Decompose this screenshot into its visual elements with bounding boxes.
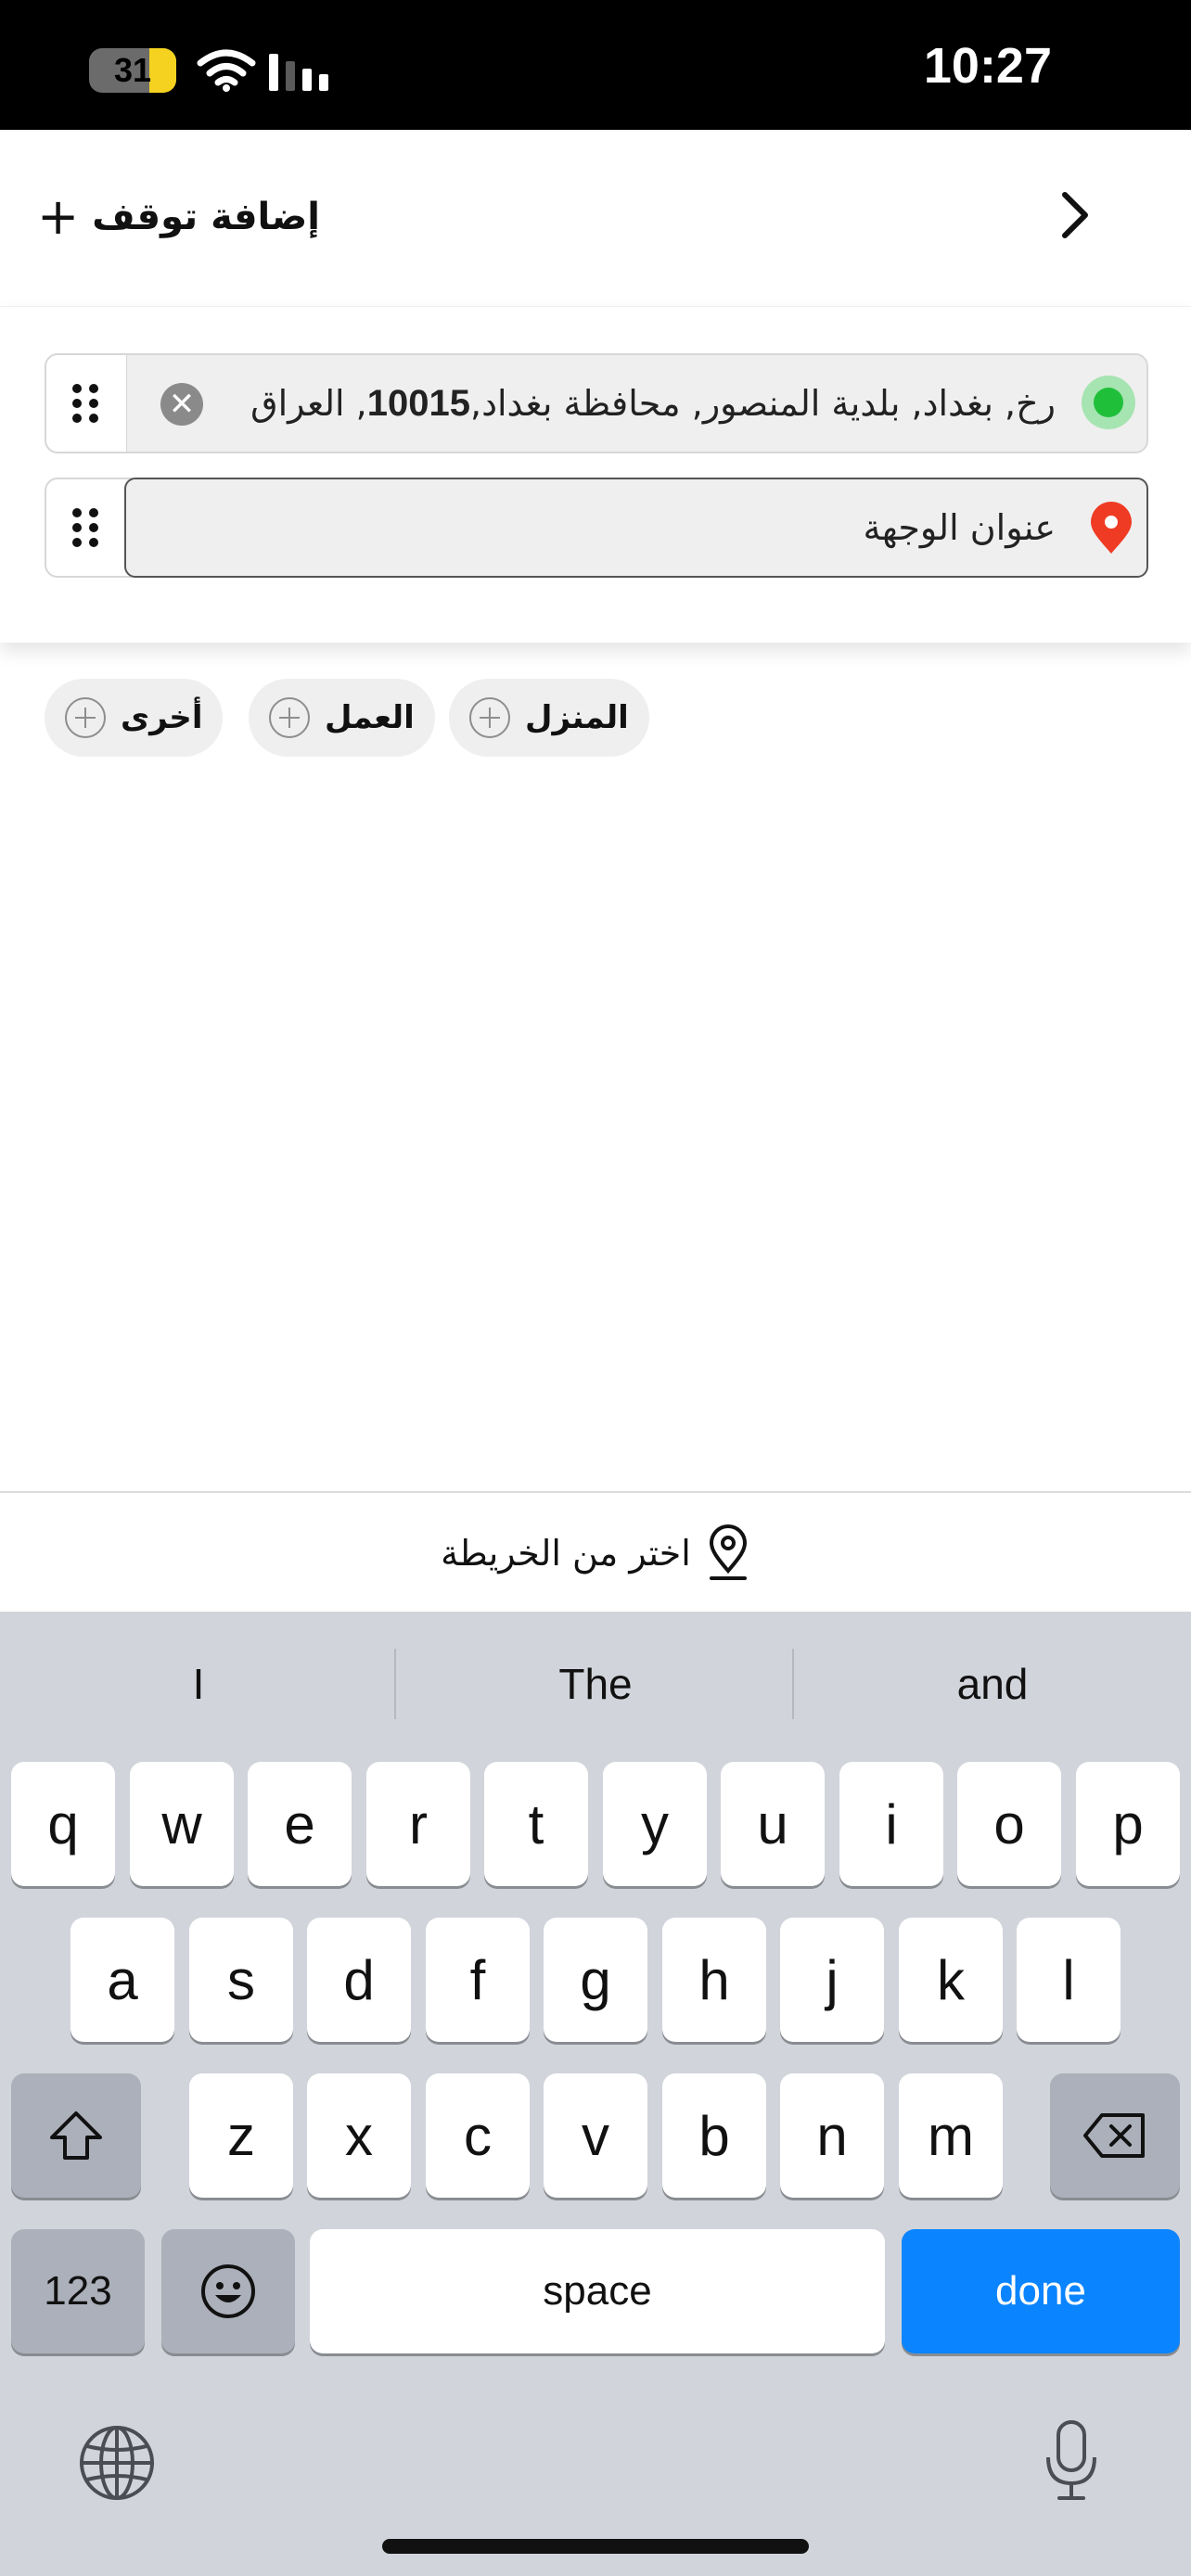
emoji-icon: [201, 2264, 255, 2318]
suggestion-divider: [792, 1649, 794, 1719]
plus-circle-icon: [469, 697, 510, 738]
key-k[interactable]: k: [899, 1918, 1003, 2042]
status-bar: 31 10:27: [0, 0, 1191, 130]
drag-handle-icon[interactable]: [46, 479, 124, 576]
origin-address-part2: , العراق: [250, 383, 367, 424]
add-stop-button[interactable]: إضافة توقف +: [37, 187, 320, 247]
clear-icon[interactable]: ✕: [160, 383, 203, 426]
location-pin-icon: [1091, 502, 1132, 554]
destination-input[interactable]: عنوان الوجهة: [124, 478, 1148, 578]
key-l[interactable]: l: [1017, 1918, 1121, 2042]
shift-icon: [50, 2111, 102, 2160]
origin-input[interactable]: ✕ رخ, بغداد, بلدية المنصور, محافظة بغداد…: [126, 355, 1146, 452]
chip-home[interactable]: المنزل: [449, 679, 649, 757]
origin-address-part1: رخ, بغداد, بلدية المنصور, محافظة بغداد,: [470, 383, 1056, 424]
add-stop-label: إضافة توقف: [92, 196, 320, 238]
backspace-key[interactable]: [1050, 2073, 1180, 2198]
done-key[interactable]: done: [902, 2229, 1180, 2353]
key-i[interactable]: i: [839, 1762, 943, 1886]
key-t[interactable]: t: [484, 1762, 588, 1886]
key-q[interactable]: q: [11, 1762, 115, 1886]
choose-from-map-button[interactable]: اختر من الخريطة: [0, 1493, 1191, 1613]
map-pin-icon: [709, 1524, 747, 1580]
destination-placeholder: عنوان الوجهة: [863, 507, 1056, 548]
numbers-key[interactable]: 123: [11, 2229, 145, 2353]
key-a[interactable]: a: [70, 1918, 174, 2042]
key-f[interactable]: f: [426, 1918, 530, 2042]
key-h[interactable]: h: [662, 1918, 766, 2042]
route-header: إضافة توقف +: [0, 130, 1191, 306]
space-key[interactable]: space: [310, 2229, 885, 2353]
home-indicator: [382, 2539, 809, 2554]
microphone-icon[interactable]: [1043, 2418, 1100, 2504]
key-n[interactable]: n: [780, 2073, 884, 2198]
backspace-icon: [1083, 2113, 1145, 2158]
key-g[interactable]: g: [544, 1918, 647, 2042]
suggestion-divider: [394, 1649, 396, 1719]
origin-row: ✕ رخ, بغداد, بلدية المنصور, محافظة بغداد…: [45, 353, 1148, 453]
key-m[interactable]: m: [899, 2073, 1003, 2198]
chip-work-label: العمل: [325, 699, 415, 736]
wifi-icon: [197, 49, 256, 92]
origin-dot-icon: [1082, 376, 1135, 429]
choose-from-map-label: اختر من الخريطة: [441, 1533, 691, 1574]
key-s[interactable]: s: [189, 1918, 293, 2042]
key-u[interactable]: u: [721, 1762, 825, 1886]
chip-other[interactable]: أخرى: [45, 679, 224, 757]
chip-work[interactable]: العمل: [249, 679, 435, 757]
origin-postal: 10015: [366, 382, 470, 424]
key-p[interactable]: p: [1076, 1762, 1180, 1886]
plus-icon: +: [37, 187, 80, 246]
drag-handle-icon[interactable]: [46, 355, 124, 452]
key-z[interactable]: z: [189, 2073, 293, 2198]
chip-home-label: المنزل: [525, 699, 629, 736]
key-j[interactable]: j: [780, 1918, 884, 2042]
key-o[interactable]: o: [957, 1762, 1061, 1886]
key-w[interactable]: w: [130, 1762, 234, 1886]
keyboard: I The and q w e r t y u i o p a s d f g …: [0, 1612, 1191, 2576]
map-picker-bar: اختر من الخريطة: [0, 1491, 1191, 1613]
suggestion-2[interactable]: The: [401, 1639, 790, 1728]
key-x[interactable]: x: [307, 2073, 411, 2198]
chevron-right-icon[interactable]: [1048, 187, 1104, 243]
key-r[interactable]: r: [366, 1762, 470, 1886]
origin-address: رخ, بغداد, بلدية المنصور, محافظة بغداد, …: [250, 355, 1056, 452]
status-time: 10:27: [923, 38, 1052, 94]
globe-icon[interactable]: [78, 2424, 156, 2502]
key-d[interactable]: d: [307, 1918, 411, 2042]
route-panel: ✕ رخ, بغداد, بلدية المنصور, محافظة بغداد…: [0, 306, 1191, 643]
battery-level: 31: [113, 51, 152, 89]
chip-other-label: أخرى: [121, 699, 203, 736]
battery-icon: 31: [89, 48, 176, 93]
emoji-key[interactable]: [161, 2229, 295, 2353]
suggestion-3[interactable]: and: [798, 1639, 1187, 1728]
plus-circle-icon: [65, 697, 106, 738]
signal-icon: [269, 54, 328, 91]
key-y[interactable]: y: [603, 1762, 707, 1886]
plus-circle-icon: [269, 697, 310, 738]
key-c[interactable]: c: [426, 2073, 530, 2198]
key-e[interactable]: e: [248, 1762, 352, 1886]
key-b[interactable]: b: [662, 2073, 766, 2198]
destination-row: عنوان الوجهة: [45, 478, 1148, 578]
key-v[interactable]: v: [544, 2073, 647, 2198]
shortcut-chips: المنزل العمل أخرى: [45, 679, 1191, 759]
shift-key[interactable]: [11, 2073, 141, 2198]
suggestion-1[interactable]: I: [4, 1639, 393, 1728]
